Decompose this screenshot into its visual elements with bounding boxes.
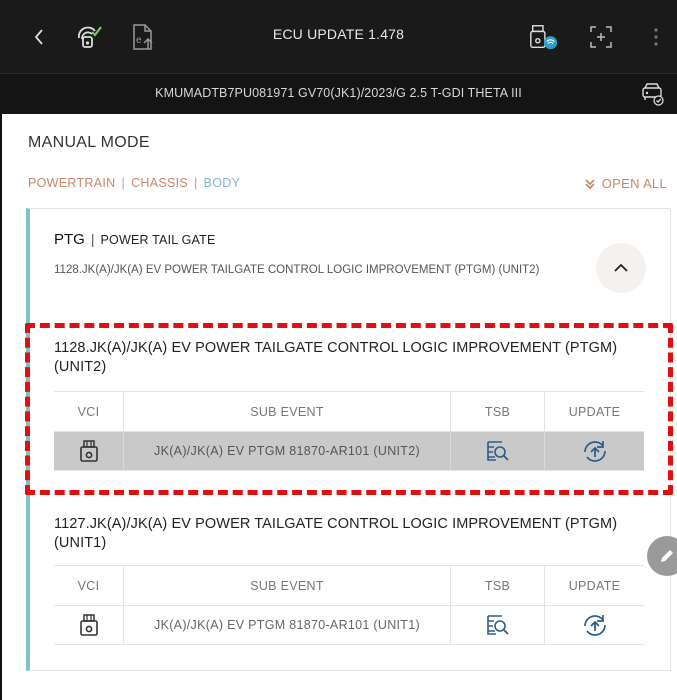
filter-separator: |	[121, 176, 126, 190]
header-sub-event: SUB EVENT	[124, 566, 451, 605]
more-vertical-icon[interactable]	[641, 22, 671, 52]
filter-chassis[interactable]: CHASSIS	[131, 176, 188, 190]
table-row[interactable]: JK(A)/JK(A) EV PTGM 81870-AR101 (UNIT2)	[54, 431, 644, 471]
filter-body[interactable]: BODY	[204, 176, 241, 190]
filter-powertrain[interactable]: POWERTRAIN	[28, 176, 116, 190]
pencil-icon	[661, 550, 673, 562]
header-update: UPDATE	[568, 404, 621, 419]
event-1127: 1127.JK(A)/JK(A) EV POWER TAILGATE CONTR…	[54, 515, 644, 645]
event-title: 1127.JK(A)/JK(A) EV POWER TAILGATE CONTR…	[54, 516, 618, 551]
chevron-left-icon[interactable]	[24, 22, 54, 52]
svg-text:e: e	[136, 35, 142, 46]
header-tsb: TSB	[451, 566, 545, 605]
main-content: MANUAL MODE POWERTRAIN | CHASSIS | BODY OPEN…	[2, 114, 677, 700]
header-tsb: TSB	[451, 392, 545, 431]
table-row[interactable]: JK(A)/JK(A) EV PTGM 81870-AR101 (UNIT1)	[54, 605, 644, 645]
table-header: VCI SUB EVENT TSB UPDATE	[54, 391, 644, 431]
header-vci: VCI	[54, 392, 124, 431]
system-code: PTG	[54, 231, 85, 248]
sub-event-name: JK(A)/JK(A) EV PTGM 81870-AR101 (UNIT2)	[124, 432, 451, 470]
header-sub-event: SUB EVENT	[124, 392, 451, 431]
tsb-search-icon[interactable]	[451, 606, 545, 644]
event-1128: 1128.JK(A)/JK(A) EV POWER TAILGATE CONTR…	[54, 339, 644, 471]
vehicle-info-bar: KMUMADTB7PU081971 GV70(JK1)/2023/G 2.5 T…	[0, 74, 677, 114]
vci-icon	[54, 606, 124, 644]
card-header: PTG | POWER TAIL GATE	[54, 231, 216, 248]
chevron-up-icon	[614, 263, 628, 272]
table-header: VCI SUB EVENT TSB UPDATE	[54, 565, 644, 605]
screen-capture-icon[interactable]	[586, 22, 616, 52]
filter-separator: |	[194, 176, 198, 190]
category-filters: POWERTRAIN | CHASSIS | BODY	[28, 176, 240, 190]
update-sync-icon[interactable]	[545, 432, 644, 470]
card-description: 1128.JK(A)/JK(A) EV POWER TAILGATE CONTR…	[54, 264, 540, 276]
header-separator: |	[90, 231, 95, 247]
system-name: POWER TAIL GATE	[100, 233, 216, 247]
update-sync-icon[interactable]	[545, 606, 644, 644]
tsb-search-icon[interactable]	[451, 432, 545, 470]
header-vci: VCI	[54, 566, 124, 605]
vehicle-info: KMUMADTB7PU081971 GV70(JK1)/2023/G 2.5 T…	[155, 86, 522, 100]
vci-icon	[54, 432, 124, 470]
file-upload-icon[interactable]: e	[128, 22, 158, 52]
event-title: 1128.JK(A)/JK(A) EV POWER TAILGATE CONTR…	[54, 340, 618, 375]
header-update: UPDATE	[568, 578, 621, 593]
sub-event-name: JK(A)/JK(A) EV PTGM 81870-AR101 (UNIT1)	[124, 606, 451, 644]
wireless-vci-icon[interactable]	[73, 22, 103, 52]
open-all-button[interactable]: OPEN ALL	[584, 176, 667, 191]
ptg-card: PTG | POWER TAIL GATE 1128.JK(A)/JK(A) EV …	[26, 208, 671, 671]
double-chevron-down-icon	[585, 178, 595, 189]
open-all-label: OPEN ALL	[601, 176, 667, 191]
collapse-button[interactable]	[596, 243, 646, 293]
vci-connected-icon[interactable]	[528, 22, 558, 52]
mode-title: MANUAL MODE	[28, 134, 150, 151]
top-bar: e ECU UPDATE 1.478	[0, 0, 677, 74]
vehicle-check-icon[interactable]	[641, 82, 665, 106]
